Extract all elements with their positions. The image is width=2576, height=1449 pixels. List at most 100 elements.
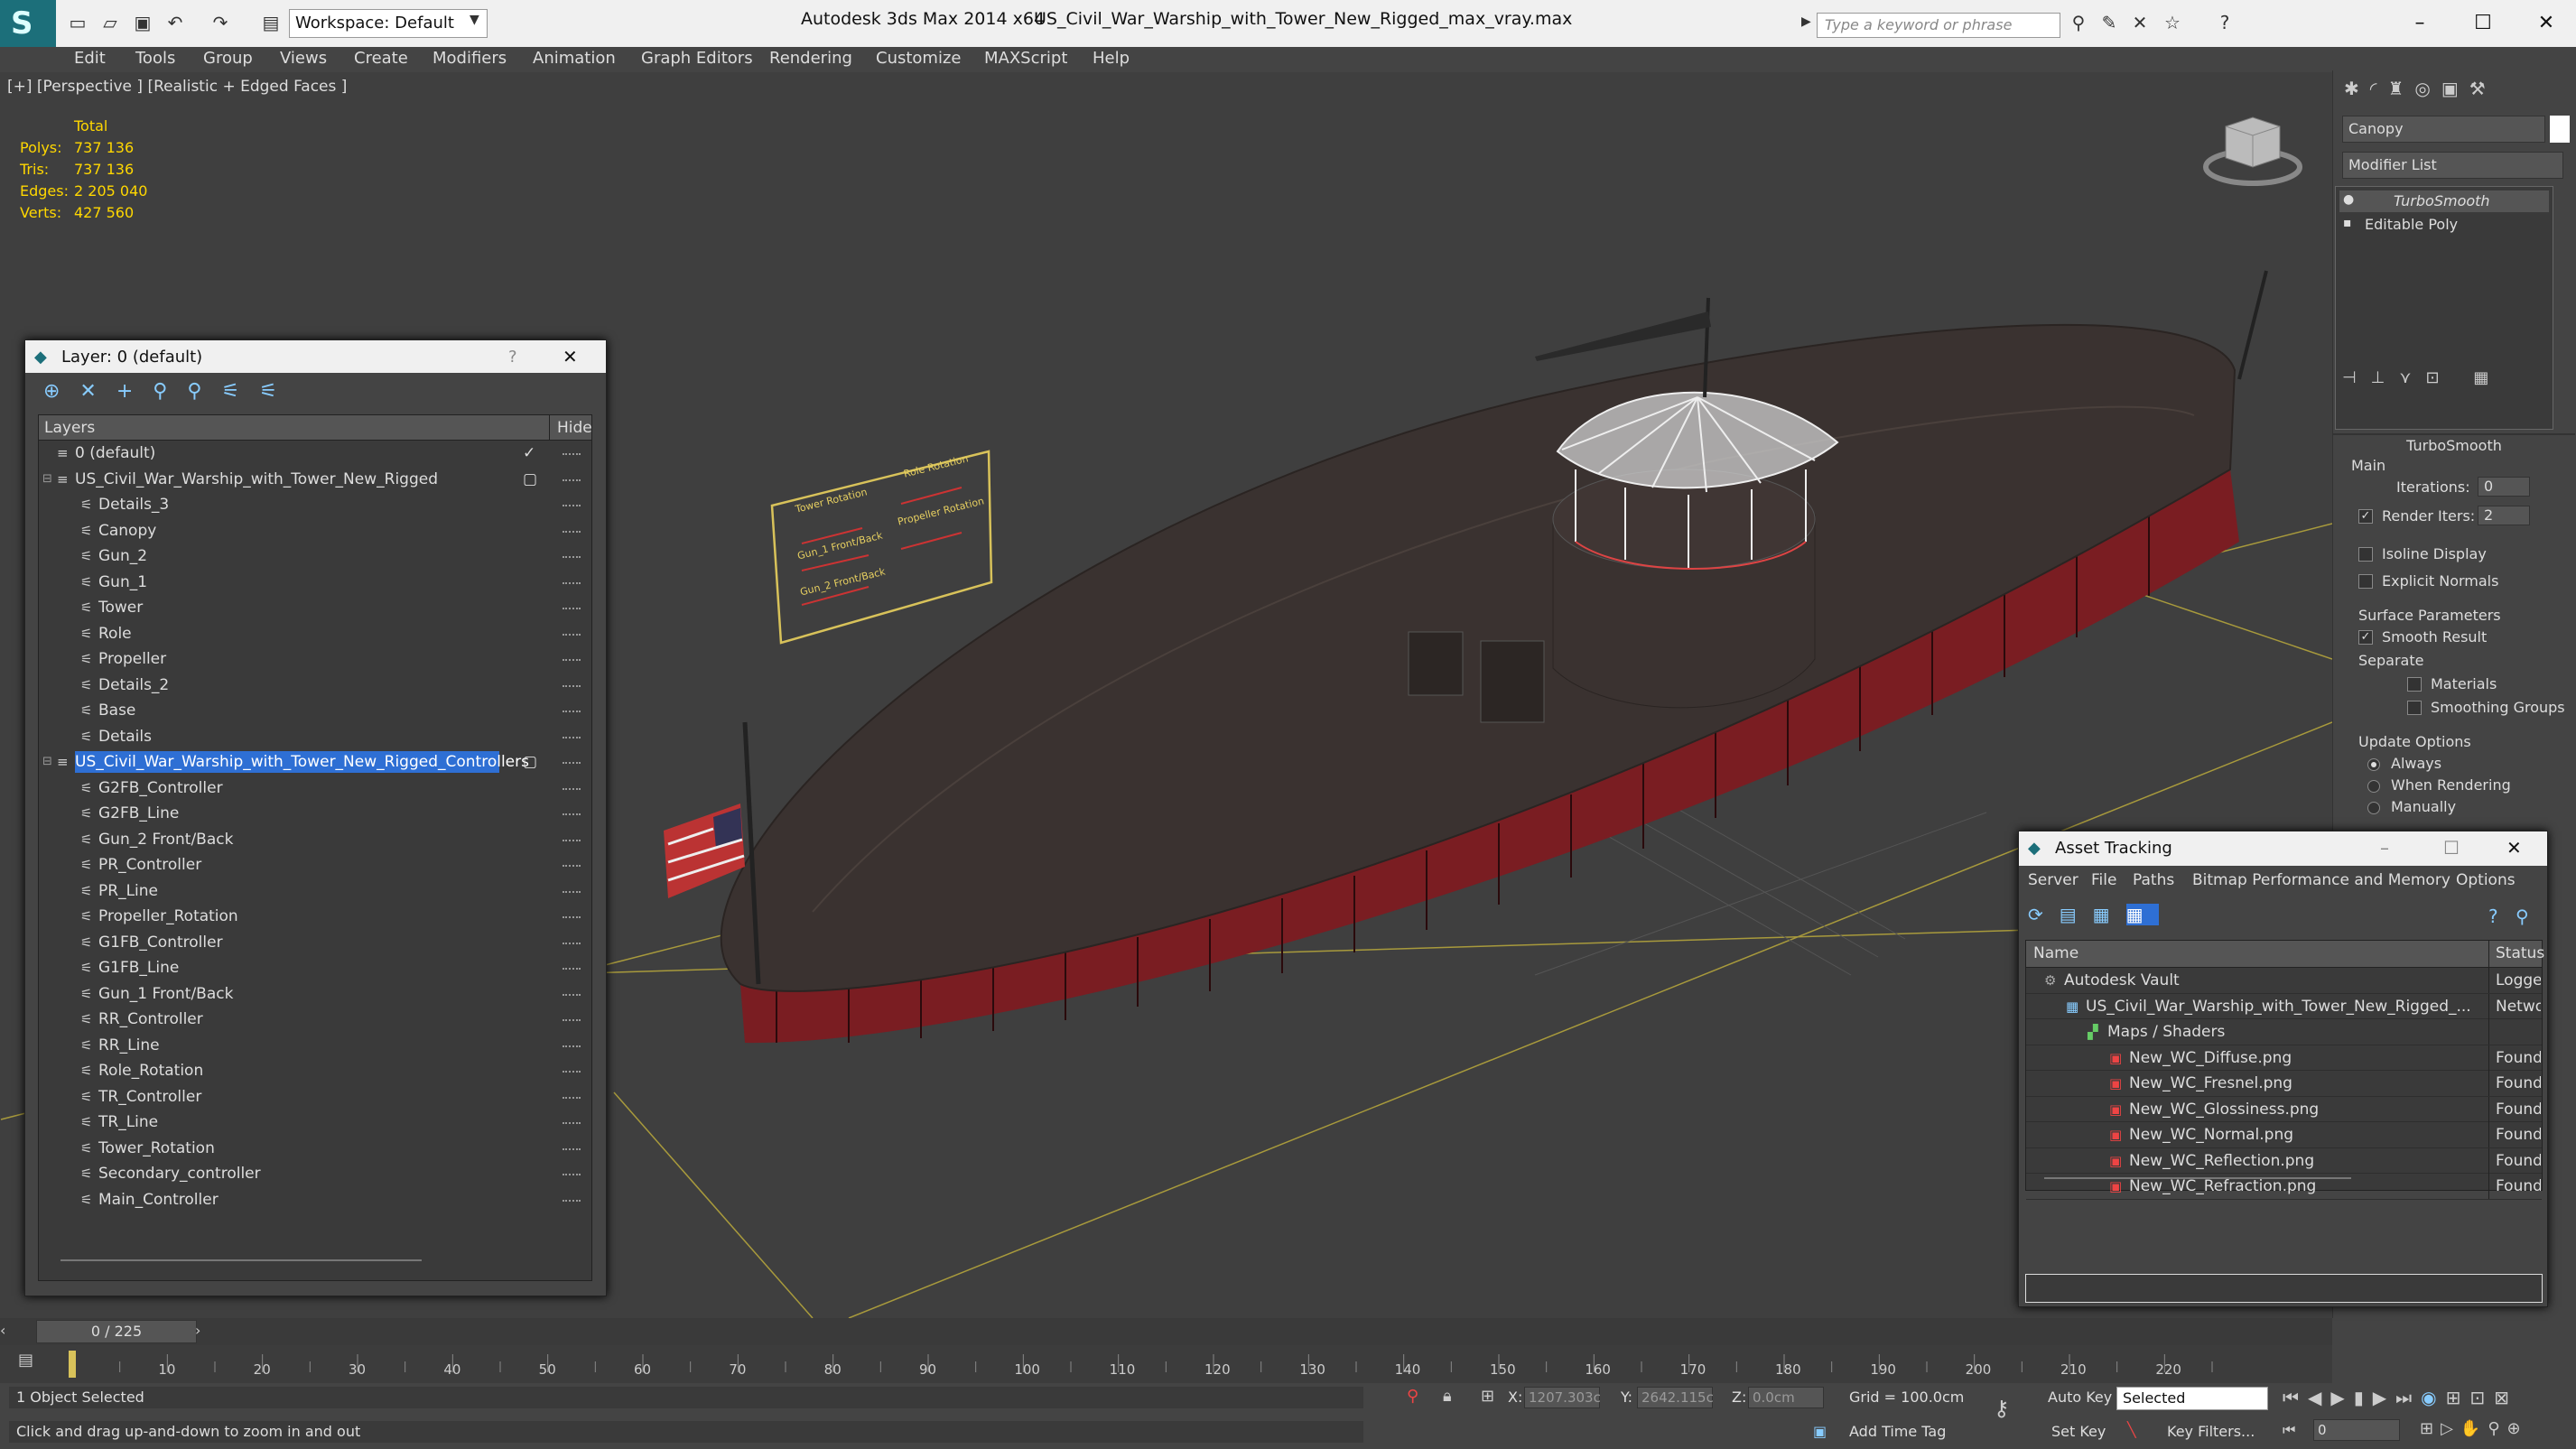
hide-toggle[interactable] <box>563 1071 581 1073</box>
horizontal-scrollbar[interactable] <box>60 1259 422 1261</box>
communication-icon[interactable]: ✕ <box>2127 11 2153 34</box>
key-filters-button[interactable]: Key Filters... <box>2167 1423 2255 1440</box>
layer-row[interactable]: ⚟ G1FB_Controller <box>39 930 591 956</box>
layer-row[interactable]: ⚟ Tower_Rotation <box>39 1136 591 1162</box>
asset-help-icon[interactable]: ? <box>2488 906 2498 927</box>
menu-maxscript[interactable]: MAXScript <box>984 47 1067 70</box>
asset-menu-bitmap[interactable]: Bitmap Performance and Memory <box>2192 871 2450 889</box>
new-file-icon[interactable]: ▭ <box>65 11 90 34</box>
minimize-icon[interactable]: – <box>2380 837 2389 859</box>
absolute-mode-icon[interactable]: ⊞ <box>1481 1387 1494 1406</box>
object-color-swatch[interactable] <box>2550 116 2570 143</box>
hide-column-header[interactable]: Hide <box>557 419 592 437</box>
hide-toggle[interactable] <box>563 453 581 455</box>
playback-controls[interactable]: ⏮◀▶▮▶⏭◉⊞⊡⊠ <box>2283 1387 2571 1414</box>
menu-help[interactable]: Help <box>1093 47 1130 70</box>
layer-toolbar[interactable]: ⊕✕+⚲⚲⚟⚟ <box>43 380 350 407</box>
layer-row[interactable]: ⚟ G1FB_Line <box>39 955 591 981</box>
add-time-tag[interactable]: Add Time Tag <box>1849 1423 1946 1440</box>
time-tag-icon[interactable]: ▣ <box>1813 1423 1827 1440</box>
app-logo-icon[interactable]: S <box>0 0 56 47</box>
hide-toggle[interactable] <box>563 1045 581 1047</box>
active-layer-toggle[interactable]: ✓ <box>523 441 535 466</box>
menu-graph-editors[interactable]: Graph Editors <box>641 47 753 70</box>
layer-row[interactable]: ⚟ Canopy <box>39 518 591 544</box>
modifier-stack[interactable]: ● TurboSmooth ▪ Editable Poly <box>2335 186 2553 430</box>
maximize-icon[interactable]: ☐ <box>2443 837 2460 859</box>
hide-toggle[interactable] <box>563 530 581 533</box>
asset-path-field[interactable] <box>2025 1274 2543 1303</box>
hide-toggle[interactable] <box>563 787 581 790</box>
status-column-header[interactable]: Status <box>2496 944 2544 962</box>
menu-edit[interactable]: Edit <box>74 47 106 70</box>
isolate-icon[interactable]: ⚲ <box>1407 1387 1418 1406</box>
undo-icon[interactable]: ↶ <box>163 11 188 34</box>
layer-row[interactable]: ⚟ RR_Line <box>39 1033 591 1059</box>
dialog-titlebar[interactable]: ◆ Layer: 0 (default) ? ✕ <box>25 340 606 373</box>
layer-row[interactable]: ⚟ Gun_1 Front/Back <box>39 981 591 1008</box>
isoline-checkbox[interactable] <box>2358 547 2373 562</box>
smoothing-groups-checkbox[interactable] <box>2407 701 2422 715</box>
modifier-list-dropdown[interactable]: Modifier List <box>2342 152 2563 179</box>
when-rendering-radio[interactable] <box>2367 780 2380 793</box>
prev-frame-icon[interactable]: ‹ <box>0 1322 20 1342</box>
expand-icon[interactable]: ▪ <box>2343 216 2352 230</box>
hide-toggle[interactable] <box>563 1096 581 1099</box>
layer-row[interactable]: ⚟ Details_3 <box>39 492 591 518</box>
layer-row[interactable]: ⚟ Tower <box>39 595 591 621</box>
y-coordinate-field[interactable]: 2642.115c <box>1637 1387 1714 1408</box>
horizontal-scrollbar[interactable] <box>2044 1177 2351 1179</box>
layer-row[interactable]: ⊟ ≡ US_Civil_War_Warship_with_Tower_New_Ri… <box>39 467 591 493</box>
hide-toggle[interactable] <box>563 711 581 712</box>
hide-toggle[interactable] <box>563 736 581 738</box>
layer-row[interactable]: ⚟ Propeller_Rotation <box>39 904 591 930</box>
close-icon[interactable]: ✕ <box>2506 837 2522 859</box>
viewport-label[interactable]: [+] [Perspective ] [Realistic + Edged Fa… <box>7 78 347 96</box>
hide-toggle[interactable] <box>563 556 581 558</box>
hide-toggle[interactable] <box>563 478 581 481</box>
menu-views[interactable]: Views <box>280 47 327 70</box>
layer-row[interactable]: ≡ 0 (default) ✓ <box>39 441 591 467</box>
asset-row[interactable]: ▞ Maps / Shaders <box>2026 1019 2542 1045</box>
asset-pin-icon[interactable]: ⚲ <box>2516 906 2529 927</box>
favorites-icon[interactable]: ☆ <box>2160 11 2185 34</box>
render-iters-spinner[interactable]: 2 <box>2478 506 2530 525</box>
layer-row[interactable]: ⚟ Gun_2 Front/Back <box>39 827 591 853</box>
iterations-spinner[interactable]: 0 <box>2478 477 2530 497</box>
set-key-button[interactable]: Set Key <box>2051 1423 2106 1440</box>
dialog-titlebar[interactable]: ◆ Asset Tracking – ☐ ✕ <box>2019 831 2547 866</box>
layer-row[interactable]: ⚟ Secondary_controller <box>39 1161 591 1187</box>
asset-menu-server[interactable]: Server <box>2028 871 2078 889</box>
layer-row[interactable]: ⊟ ≡ US_Civil_War_Warship_with_Tower_New_Ri… <box>39 749 591 776</box>
binoculars-icon[interactable]: ⚲ <box>2066 11 2091 34</box>
chevron-down-icon[interactable]: ▼ <box>470 13 479 27</box>
panel-tabs[interactable]: ✱◜♜◎▣⚒ <box>2344 78 2570 105</box>
help-icon[interactable]: ? <box>2212 11 2237 34</box>
layer-row[interactable]: ⚟ PR_Line <box>39 878 591 905</box>
explicit-normals-checkbox[interactable] <box>2358 574 2373 589</box>
hide-toggle[interactable] <box>563 762 581 764</box>
menu-rendering[interactable]: Rendering <box>769 47 852 70</box>
hide-toggle[interactable] <box>563 1019 581 1021</box>
layer-row[interactable]: ⚟ Details_2 <box>39 673 591 699</box>
hide-toggle[interactable] <box>563 942 581 944</box>
hide-toggle[interactable] <box>563 865 581 867</box>
minimize-icon[interactable]: – <box>2397 7 2442 40</box>
hide-toggle[interactable] <box>563 581 581 584</box>
hide-toggle[interactable] <box>563 1147 581 1150</box>
z-coordinate-field[interactable]: 0.0cm <box>1748 1387 1824 1408</box>
collapse-icon[interactable]: ⊟ <box>42 749 52 775</box>
lock-selection-icon[interactable]: 🔒︎ <box>1443 1387 1452 1406</box>
layer-row[interactable]: ⚟ Gun_1 <box>39 570 591 596</box>
layer-row[interactable]: ⚟ Base <box>39 698 591 724</box>
menu-customize[interactable]: Customize <box>876 47 961 70</box>
layer-row[interactable]: ⚟ TR_Controller <box>39 1084 591 1110</box>
layer-row[interactable]: ⚟ Details <box>39 724 591 750</box>
hide-toggle[interactable] <box>563 608 581 609</box>
hide-toggle[interactable] <box>563 890 581 893</box>
redo-icon[interactable]: ↷ <box>208 11 233 34</box>
asset-menu-paths[interactable]: Paths <box>2133 871 2174 889</box>
layer-list[interactable]: Layers Hide ≡ 0 (default) ✓ ⊟ ≡ US_Civil_War_… <box>38 414 592 1281</box>
hide-toggle[interactable] <box>563 993 581 996</box>
rollout-title[interactable]: TurboSmooth <box>2333 437 2575 454</box>
